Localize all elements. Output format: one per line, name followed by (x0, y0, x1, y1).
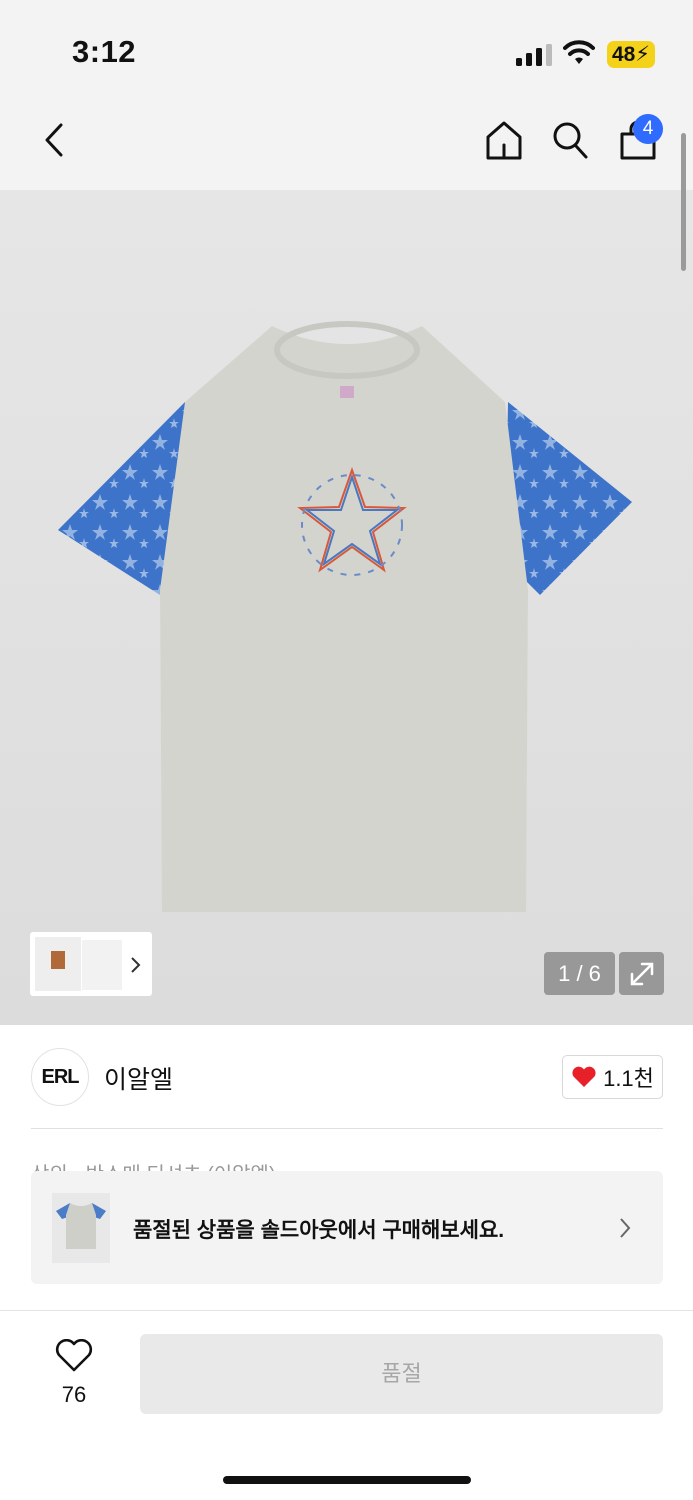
chevron-right-icon (131, 957, 141, 973)
brand-logo[interactable]: ERL (31, 1048, 89, 1106)
chevron-right-icon (620, 1218, 631, 1238)
expand-icon (630, 962, 653, 985)
scrollbar[interactable] (681, 133, 686, 271)
home-icon (486, 121, 522, 160)
wifi-icon (563, 40, 595, 64)
thumbnail-strip[interactable] (30, 932, 152, 996)
home-button[interactable] (482, 118, 526, 162)
tshirt-thumbnail-image (56, 1203, 106, 1249)
battery-indicator: 48⚡ (607, 41, 655, 68)
home-indicator[interactable] (223, 1476, 471, 1484)
thumbnail-print (51, 951, 65, 969)
thumbnail-image-2[interactable] (82, 940, 122, 990)
brand-name[interactable]: 이알엘 (104, 1060, 173, 1096)
heart-filled-icon (572, 1066, 596, 1087)
search-button[interactable] (548, 118, 592, 162)
bottom-bar-divider (0, 1310, 693, 1311)
expand-button[interactable] (619, 952, 664, 995)
wishlist-count: 76 (61, 1382, 87, 1407)
breadcrumb[interactable]: 상의 › 반소매 티셔츠 (이알엘) (31, 1158, 276, 1172)
thumbnail-image-1[interactable] (35, 937, 81, 991)
heart-outline-icon (55, 1338, 93, 1372)
search-icon (553, 122, 588, 159)
cellular-signal-icon (516, 44, 552, 66)
banner-product-thumbnail (52, 1193, 110, 1263)
cart-count-badge: 4 (633, 114, 663, 144)
back-arrow-icon (45, 123, 63, 157)
image-counter: 1 / 6 (544, 952, 615, 995)
status-time: 3:12 (72, 34, 137, 69)
back-button[interactable] (34, 120, 74, 160)
brand-like-count: 1.1천 (603, 1066, 654, 1091)
divider (31, 1128, 663, 1129)
product-image (58, 321, 632, 912)
brand-like-button[interactable]: 1.1천 (562, 1055, 663, 1099)
product-image-gallery[interactable] (0, 190, 693, 1025)
banner-text: 품절된 상품을 솔드아웃에서 구매해보세요. (133, 1219, 505, 1242)
soldout-button[interactable]: 품절 (140, 1334, 663, 1414)
